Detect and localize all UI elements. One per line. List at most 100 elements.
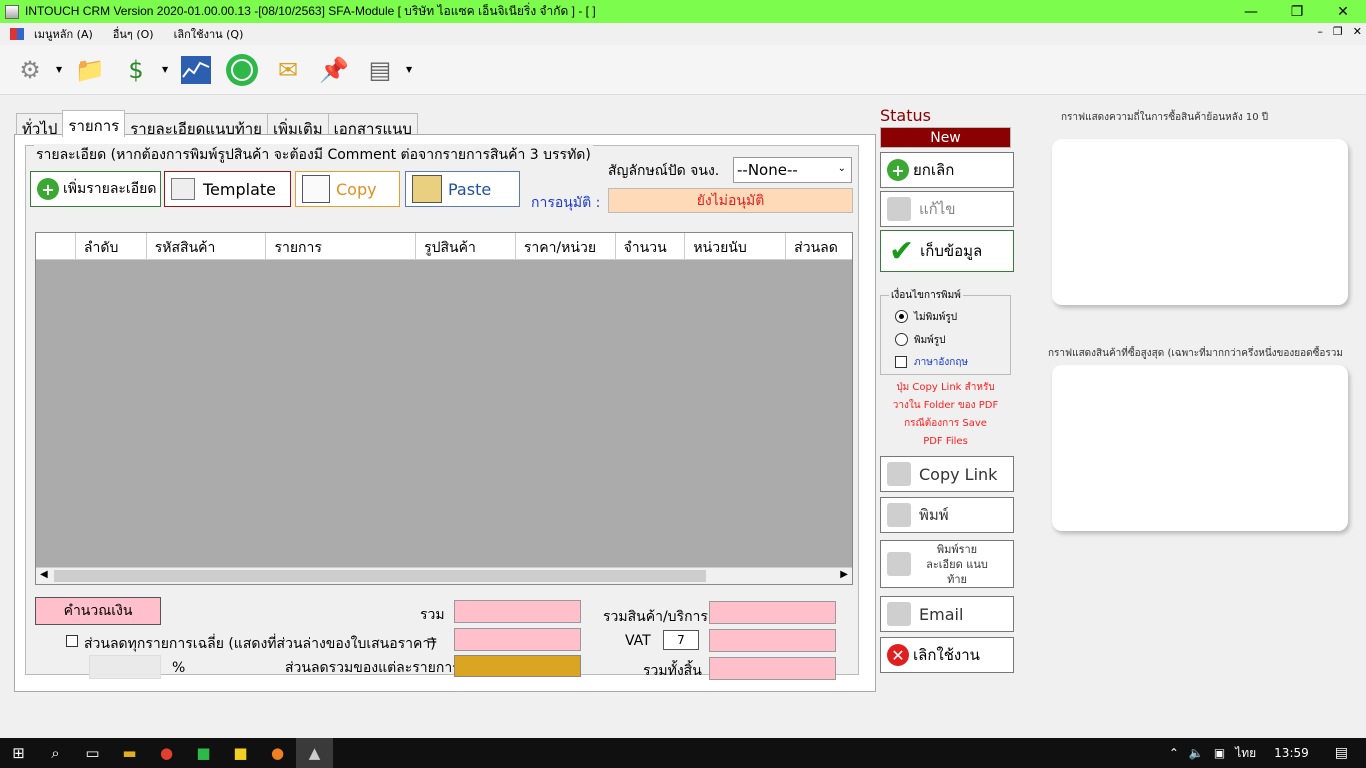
gear-icon[interactable]: ⚙ xyxy=(10,50,50,90)
approval-status-value: ยังไม่อนุมัติ xyxy=(696,192,765,209)
rounding-select[interactable]: --None-- ⌄ xyxy=(733,157,852,183)
chrome-icon[interactable]: ● xyxy=(148,738,185,768)
money-bag-icon[interactable]: $ xyxy=(116,50,156,90)
restore-button[interactable]: ❐ xyxy=(1274,0,1320,23)
edit-label: แก้ไข xyxy=(919,200,956,218)
grid-col-unit-price[interactable]: ราคา/หน่วย xyxy=(516,233,616,259)
intouch-crm-taskbar-icon[interactable]: ▲ xyxy=(296,738,333,768)
report-icon[interactable]: ▤ xyxy=(360,50,400,90)
cancel-button[interactable]: + ยกเลิก xyxy=(880,152,1014,188)
input-language[interactable]: ไทย xyxy=(1235,744,1256,763)
app-yellow-icon[interactable]: ■ xyxy=(222,738,259,768)
grand-total-label: รวมทั้งสิ้น xyxy=(643,663,702,679)
edit-button[interactable]: แก้ไข xyxy=(880,191,1014,227)
items-panel: รายละเอียด (หากต้องการพิมพ์รูปสินค้า จะต… xyxy=(14,134,876,692)
gear-dropdown-icon[interactable]: ▼ xyxy=(56,65,64,74)
toolbar: ⚙ ▼ 📁 $ ▼ ✉ 📌 ▤ ▼ xyxy=(0,45,1366,95)
close-icon: ✕ xyxy=(887,644,909,666)
notifications-icon[interactable]: ▤ xyxy=(1335,745,1348,761)
calculate-button[interactable]: คำนวณเงิน xyxy=(35,597,161,625)
menu-main[interactable]: เมนูหลัก (A) xyxy=(34,25,93,43)
mdi-restore-button[interactable]: ❐ xyxy=(1333,25,1343,38)
menu-other[interactable]: อื่นๆ (O) xyxy=(113,25,154,43)
add-detail-button[interactable]: + เพิ่มรายละเอียด xyxy=(30,171,161,207)
tray-chevron-icon[interactable]: ⌃ xyxy=(1169,746,1179,760)
total-field[interactable] xyxy=(454,600,581,623)
print-button[interactable]: พิมพ์ xyxy=(880,497,1014,533)
item-discount-field[interactable] xyxy=(454,655,581,677)
template-label: Template xyxy=(203,179,277,199)
grand-total-field[interactable] xyxy=(709,657,836,680)
grid-col-qty[interactable]: จำนวน xyxy=(616,233,686,259)
menu-quit[interactable]: เลิกใช้งาน (Q) xyxy=(174,25,244,43)
quit-label: เลิกใช้งาน xyxy=(913,646,980,664)
envelope-icon xyxy=(887,602,911,626)
search-icon[interactable]: ⌕ xyxy=(37,738,74,768)
copy-link-button[interactable]: Copy Link xyxy=(880,456,1014,492)
whatsapp-icon[interactable] xyxy=(222,50,262,90)
grid-col-seq[interactable]: ลำดับ xyxy=(76,233,147,259)
grid-col-item[interactable]: รายการ xyxy=(266,233,417,259)
no-image-radio[interactable] xyxy=(895,310,908,323)
grid-col-unit[interactable]: หน่วยนับ xyxy=(685,233,787,259)
scroll-right-icon[interactable]: ▶ xyxy=(840,569,848,580)
print-label: พิมพ์ xyxy=(919,506,949,524)
save-label: เก็บข้อมูล xyxy=(920,242,983,260)
copy-label: Copy xyxy=(336,179,377,199)
grid-col-selector[interactable] xyxy=(36,233,76,259)
scroll-left-icon[interactable]: ◀ xyxy=(40,569,48,580)
note-line: วางใน Folder ของ PDF xyxy=(892,400,999,411)
line-icon[interactable]: ■ xyxy=(185,738,222,768)
file-explorer-icon[interactable]: ▬ xyxy=(111,738,148,768)
mdi-minimize-button[interactable]: – xyxy=(1317,25,1323,38)
grid-horizontal-scrollbar[interactable]: ◀ ▶ xyxy=(36,567,852,584)
percent-label: % xyxy=(172,660,186,676)
mdi-close-button[interactable]: ✕ xyxy=(1353,25,1362,38)
pencil-icon xyxy=(887,197,911,221)
pin-icon[interactable]: 📌 xyxy=(314,50,354,90)
template-button[interactable]: Template xyxy=(164,171,291,207)
save-button[interactable]: ✔ เก็บข้อมูล xyxy=(880,230,1014,272)
avg-discount-checkbox[interactable] xyxy=(66,635,78,647)
windows-start-icon[interactable]: ⊞ xyxy=(0,738,37,768)
close-button[interactable]: ✕ xyxy=(1320,0,1366,23)
goods-total-field[interactable] xyxy=(709,601,836,624)
print-detail-button[interactable]: พิมพ์รายละเอียด แนบท้าย xyxy=(880,540,1014,588)
status-badge: New xyxy=(880,127,1011,148)
avg-discount-input[interactable] xyxy=(89,655,161,679)
volume-icon[interactable]: 🔈 xyxy=(1189,746,1204,760)
items-grid[interactable]: ลำดับ รหัสสินค้า รายการ รูปสินค้า ราคา/ห… xyxy=(35,232,853,585)
paste-button[interactable]: Paste xyxy=(405,171,520,207)
quit-button[interactable]: ✕ เลิกใช้งาน xyxy=(880,637,1014,673)
report-dropdown-icon[interactable]: ▼ xyxy=(406,65,414,74)
avg-discount-amount-field[interactable] xyxy=(454,628,581,651)
network-icon[interactable]: ▣ xyxy=(1214,746,1225,760)
scroll-thumb[interactable] xyxy=(54,570,706,582)
chart1-title: กราฟแสดงความถี่ในการซื้อสินค้าย้อนหลัง 1… xyxy=(1061,112,1269,123)
print-options-title: เงื่อนไขการพิมพ์ xyxy=(889,288,963,303)
vat-input[interactable]: 7 xyxy=(663,630,699,650)
tab-items[interactable]: รายการ xyxy=(62,110,126,137)
goods-total-label: รวมสินค้า/บริการ xyxy=(603,609,708,625)
template-icon xyxy=(171,178,195,200)
app-orange-icon[interactable]: ● xyxy=(259,738,296,768)
with-image-label: พิมพ์รูป xyxy=(914,335,946,346)
system-tray: ⌃ 🔈 ▣ ไทย 13:59 ▤ xyxy=(1169,738,1366,768)
grid-col-discount[interactable]: ส่วนลด xyxy=(786,233,852,259)
copy-button[interactable]: Copy xyxy=(295,171,400,207)
document-icon[interactable]: 📁 xyxy=(70,50,110,90)
task-view-icon[interactable]: ▭ xyxy=(74,738,111,768)
with-image-radio[interactable] xyxy=(895,333,908,346)
paste-label: Paste xyxy=(448,179,492,199)
email-button[interactable]: Email xyxy=(880,596,1014,632)
grid-col-code[interactable]: รหัสสินค้า xyxy=(147,233,267,259)
money-dropdown-icon[interactable]: ▼ xyxy=(162,65,170,74)
clock[interactable]: 13:59 xyxy=(1274,746,1309,760)
minimize-button[interactable]: — xyxy=(1228,0,1274,23)
english-checkbox[interactable] xyxy=(895,356,907,368)
vat-amount-field[interactable] xyxy=(709,629,836,652)
chart-icon[interactable] xyxy=(176,50,216,90)
grid-col-image[interactable]: รูปสินค้า xyxy=(416,233,516,259)
envelope-icon[interactable]: ✉ xyxy=(268,50,308,90)
tab-strip: ทั่วไป รายการ รายละเอียดแนบท้าย เพิ่มเติ… xyxy=(16,110,418,138)
